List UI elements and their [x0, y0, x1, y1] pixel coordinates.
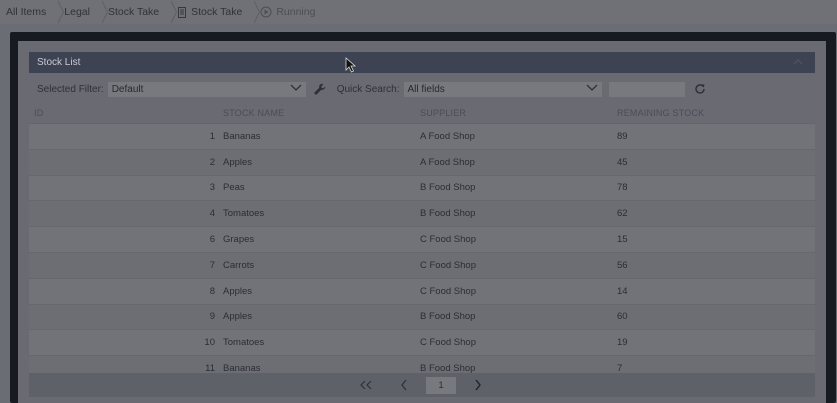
filter-bar: Selected Filter: Default Quick Search: A…	[29, 77, 815, 101]
cell-id: 1	[209, 130, 215, 142]
cell-stock-name: Tomatoes	[223, 337, 265, 349]
play-circle-icon	[260, 6, 272, 18]
cell-stock-name: Apples	[223, 311, 253, 323]
breadcrumb-legal[interactable]: Legal	[58, 0, 108, 24]
breadcrumb-label: Legal	[64, 6, 90, 18]
table-row[interactable]: 9 Apples B Food Shop 60	[29, 304, 815, 331]
cell-remaining-stock: 45	[617, 156, 628, 168]
panel-title: Stock List	[37, 57, 81, 68]
cell-id: 4	[209, 208, 215, 220]
stock-table: ID STOCK NAME SUPPLIER REMAINING STOCK 1…	[29, 102, 815, 382]
selected-filter-value: Default	[111, 83, 144, 95]
cell-stock-name: Carrots	[223, 259, 255, 271]
table-row[interactable]: 6 Grapes C Food Shop 15	[29, 227, 815, 253]
cell-id: 8	[209, 285, 215, 297]
breadcrumb-running: Running	[254, 0, 327, 24]
cell-remaining-stock: 15	[617, 234, 628, 246]
table-header: ID STOCK NAME SUPPLIER REMAINING STOCK	[29, 102, 815, 124]
chevron-up-icon[interactable]	[793, 57, 803, 67]
cell-remaining-stock: 14	[617, 285, 628, 297]
cell-id: 7	[209, 259, 215, 271]
cell-remaining-stock: 78	[617, 182, 628, 194]
cell-remaining-stock: 19	[617, 337, 628, 349]
table-row[interactable]: 2 Apples A Food Shop 45	[29, 149, 815, 176]
selected-filter-label: Selected Filter:	[37, 83, 104, 95]
chevron-down-icon	[290, 84, 302, 95]
cell-supplier: C Food Shop	[420, 285, 476, 297]
cell-id: 10	[204, 337, 215, 349]
document-icon	[177, 6, 187, 18]
table-row[interactable]: 10 Tomatoes C Food Shop 19	[29, 330, 815, 357]
column-header-id[interactable]: ID	[29, 108, 223, 118]
table-row[interactable]: 7 Carrots C Food Shop 56	[29, 252, 815, 279]
cell-stock-name: Apples	[223, 285, 253, 297]
cell-supplier: C Food Shop	[420, 337, 476, 349]
cell-supplier: A Food Shop	[420, 156, 475, 168]
quick-search-input[interactable]	[607, 80, 686, 98]
cell-id: 6	[209, 234, 215, 246]
quick-search-field-dropdown[interactable]: All fields	[402, 80, 603, 98]
column-header-remaining-stock[interactable]: REMAINING STOCK	[617, 108, 807, 118]
chevron-right-icon[interactable]	[468, 379, 488, 391]
cell-stock-name: Grapes	[223, 234, 255, 246]
column-header-supplier[interactable]: SUPPLIER	[420, 108, 617, 118]
breadcrumb: All Items Legal Stock Take Stock Take Ru…	[0, 0, 837, 24]
cell-stock-name: Tomatoes	[223, 208, 265, 220]
column-header-stock-name[interactable]: STOCK NAME	[223, 108, 420, 118]
cell-remaining-stock: 62	[617, 208, 628, 220]
breadcrumb-stock-take-form[interactable]: Stock Take	[171, 0, 261, 24]
breadcrumb-label: Running	[276, 6, 316, 18]
breadcrumb-label: Stock Take	[191, 6, 243, 18]
cell-stock-name: Apples	[223, 156, 253, 168]
breadcrumb-stock-take-app[interactable]: Stock Take	[102, 0, 178, 24]
chevron-down-icon	[586, 84, 598, 95]
breadcrumb-label: All Items	[6, 6, 47, 18]
breadcrumb-all-items[interactable]: All Items	[0, 0, 65, 24]
cell-id: 9	[209, 311, 215, 323]
cell-remaining-stock: 89	[617, 130, 628, 142]
table-row[interactable]: 8 Apples C Food Shop 14	[29, 278, 815, 305]
stock-list-header[interactable]: Stock List	[29, 52, 815, 73]
cell-supplier: A Food Shop	[420, 130, 475, 142]
refresh-icon[interactable]	[693, 82, 707, 96]
pagination: 1	[29, 373, 815, 397]
selected-filter-dropdown[interactable]: Default	[106, 80, 307, 98]
quick-search-field-value: All fields	[407, 83, 445, 95]
cell-supplier: B Food Shop	[420, 182, 476, 194]
double-chevron-left-icon[interactable]	[356, 380, 376, 390]
table-row[interactable]: 4 Tomatoes B Food Shop 62	[29, 201, 815, 228]
quick-search-label: Quick Search:	[336, 83, 400, 95]
breadcrumb-label: Stock Take	[107, 6, 160, 18]
page-number-input[interactable]: 1	[426, 376, 456, 394]
cell-remaining-stock: 60	[617, 311, 628, 323]
cell-supplier: B Food Shop	[420, 311, 476, 323]
cell-id: 2	[209, 156, 215, 168]
mouse-cursor-icon	[345, 57, 357, 76]
cell-stock-name: Bananas	[223, 130, 261, 142]
cell-id: 3	[209, 182, 215, 194]
cell-supplier: C Food Shop	[420, 234, 476, 246]
cell-supplier: C Food Shop	[420, 259, 476, 271]
table-row[interactable]: 3 Peas B Food Shop 78	[29, 175, 815, 202]
cell-remaining-stock: 56	[617, 259, 628, 271]
table-row[interactable]: 1 Bananas A Food Shop 89	[29, 124, 815, 150]
cell-stock-name: Peas	[223, 182, 245, 194]
wrench-icon[interactable]	[311, 81, 328, 98]
chevron-left-icon[interactable]	[394, 379, 414, 391]
cell-supplier: B Food Shop	[420, 208, 476, 220]
